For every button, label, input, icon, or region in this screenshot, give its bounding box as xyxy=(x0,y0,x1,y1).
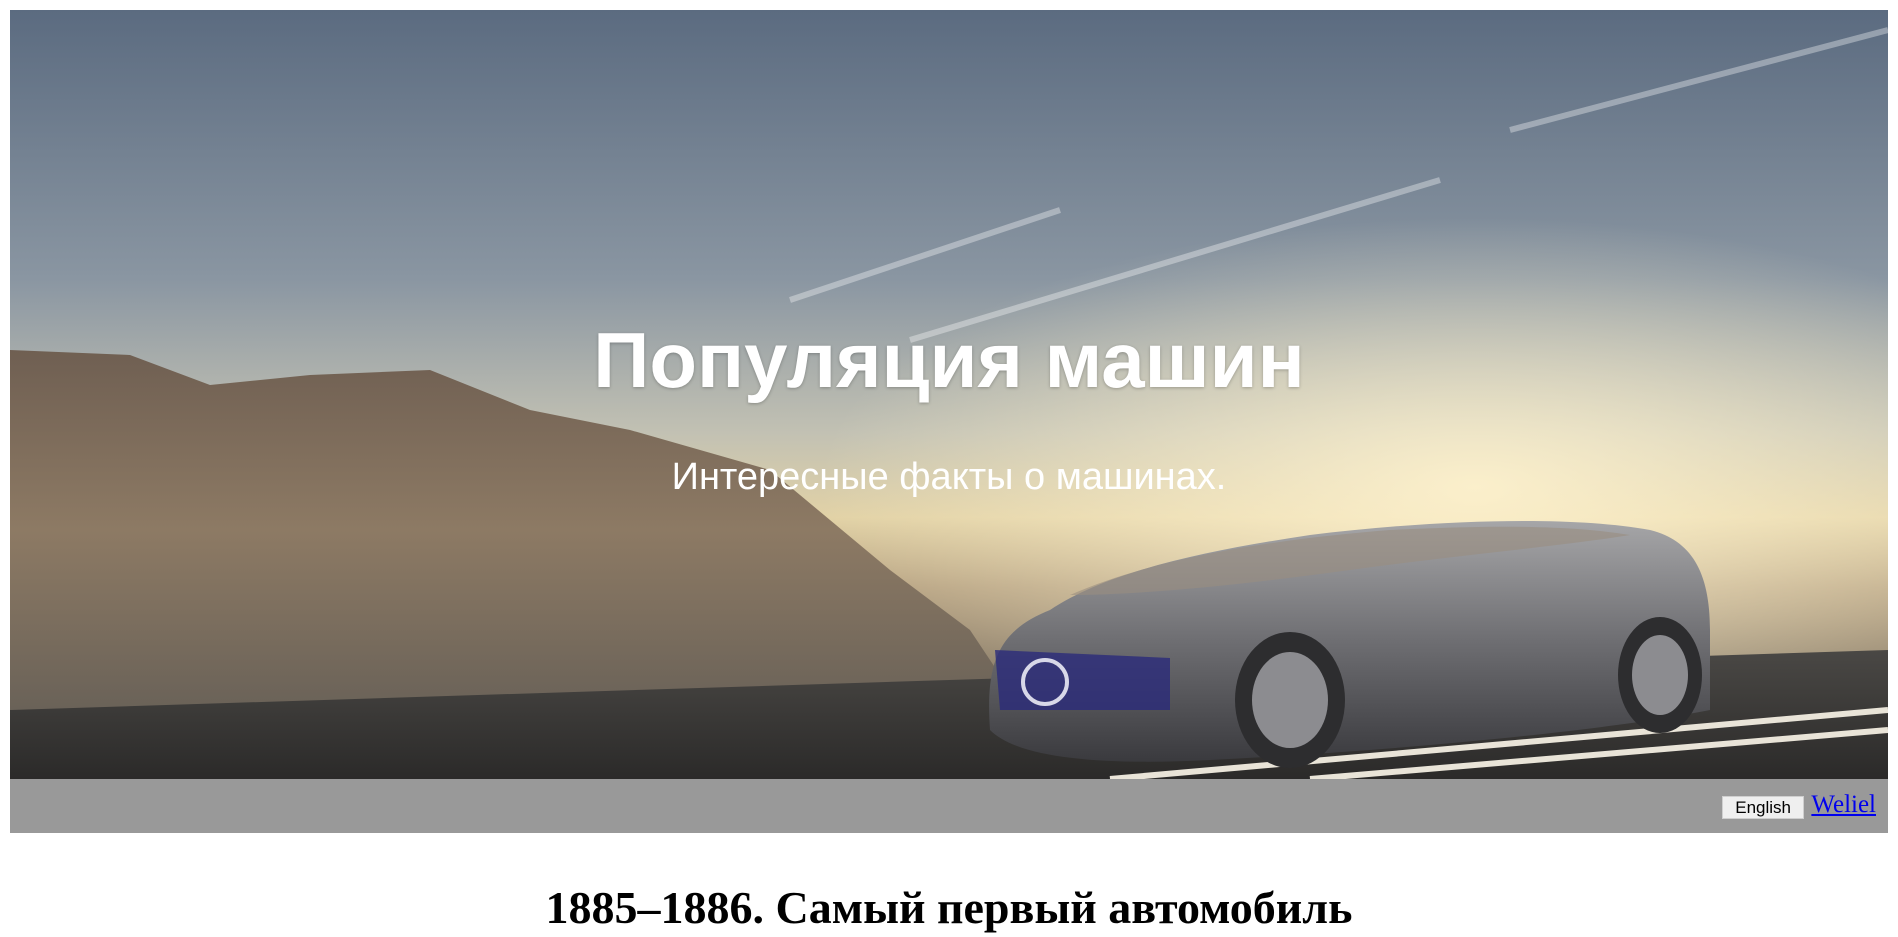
hero-banner: Популяция машин Интересные факты о машин… xyxy=(10,10,1888,779)
hero-subtitle: Интересные факты о машинах. xyxy=(671,456,1227,498)
section-heading: 1885–1886. Самый первый автомобиль xyxy=(545,882,1353,933)
page: Популяция машин Интересные факты о машин… xyxy=(0,0,1898,937)
language-button[interactable]: English xyxy=(1722,796,1804,819)
site-link[interactable]: Weliel xyxy=(1811,791,1876,819)
hero-title: Популяция машин xyxy=(593,316,1305,404)
nav-bar: English Weliel xyxy=(10,779,1888,833)
